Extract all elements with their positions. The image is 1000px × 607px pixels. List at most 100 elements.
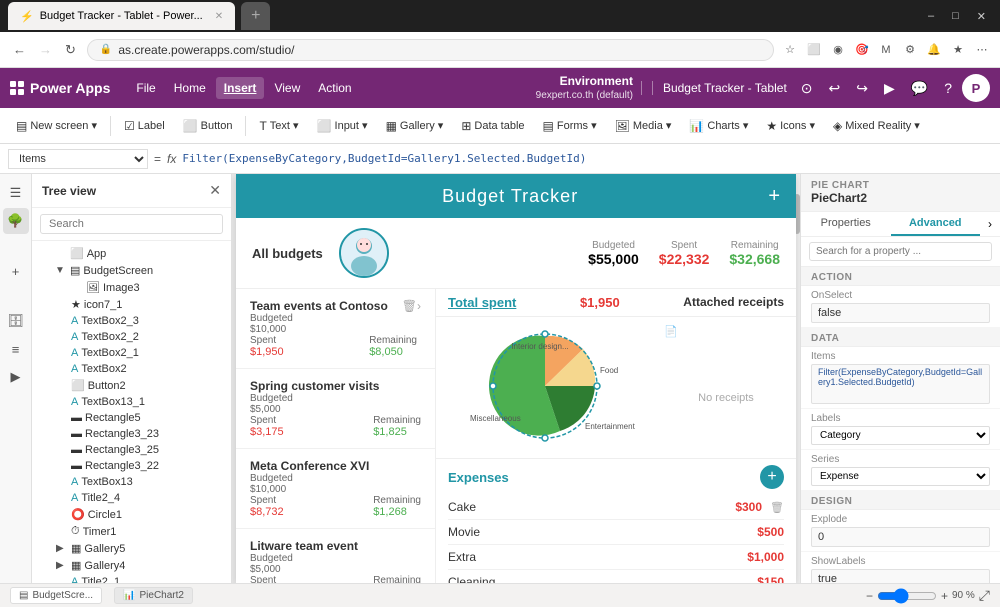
tree-item-textbox2-2[interactable]: A TextBox2_2 bbox=[32, 329, 231, 345]
tree-item-textbox2-3[interactable]: A TextBox2_3 bbox=[32, 313, 231, 329]
formula-selector[interactable]: Items bbox=[8, 149, 148, 169]
star-icon[interactable]: ☆ bbox=[780, 40, 800, 60]
tree-item-rect3-22[interactable]: ▬ Rectangle3_22 bbox=[32, 458, 231, 474]
budget-item-4[interactable]: Litware team event Budgeted $5,000 Spent… bbox=[236, 529, 435, 583]
selection-handle-left[interactable] bbox=[490, 383, 496, 389]
budget-item-3[interactable]: Meta Conference XVI Budgeted $10,000 Spe… bbox=[236, 449, 435, 529]
ext1-icon[interactable]: ⬜ bbox=[804, 40, 824, 60]
hamburger-icon[interactable]: ☰ bbox=[3, 180, 29, 206]
ext5-icon[interactable]: ⚙ bbox=[900, 40, 920, 60]
new-screen-btn[interactable]: ▤ New screen ▾ bbox=[8, 115, 105, 137]
zoom-slider[interactable] bbox=[877, 588, 937, 604]
text-btn[interactable]: T Text ▾ bbox=[251, 115, 306, 137]
sidebar-close-btn[interactable]: ✕ bbox=[209, 182, 221, 199]
share-btn[interactable]: ⊙ bbox=[795, 77, 819, 100]
forms-btn[interactable]: ▤ Forms ▾ bbox=[535, 115, 605, 137]
rp-explode-value[interactable]: 0 bbox=[811, 527, 990, 547]
tree-item-button2[interactable]: ⬜ Button2 bbox=[32, 377, 231, 394]
rp-series-select[interactable]: Expense bbox=[811, 467, 990, 486]
tree-item-image3[interactable]: 🖼 Image3 bbox=[32, 279, 231, 296]
button-btn[interactable]: ⬜ Button bbox=[175, 115, 241, 137]
tree-item-budgetscreen[interactable]: ▼ ▤ BudgetScreen bbox=[32, 262, 231, 279]
selection-handle-top[interactable] bbox=[542, 331, 548, 337]
refresh-btn[interactable]: ↻ bbox=[60, 39, 81, 61]
minimize-btn[interactable]: – bbox=[922, 8, 940, 25]
icons-btn[interactable]: ★ Icons ▾ bbox=[758, 115, 823, 137]
redo-btn[interactable]: ↪ bbox=[850, 77, 874, 100]
tree-item-textbox2[interactable]: A TextBox2 bbox=[32, 361, 231, 377]
url-box[interactable]: 🔒 as.create.powerapps.com/studio/ bbox=[87, 39, 774, 61]
status-tab-piechart[interactable]: 📊 PieChart2 bbox=[114, 587, 193, 604]
rp-tab-advanced[interactable]: Advanced bbox=[891, 212, 981, 236]
media-side-icon[interactable]: ▶ bbox=[3, 364, 29, 390]
ext3-icon[interactable]: 🎯 bbox=[852, 40, 872, 60]
database-icon[interactable]: 🗄 bbox=[3, 308, 29, 334]
maximize-btn[interactable]: □ bbox=[946, 8, 965, 25]
trash-icon[interactable]: 🗑 bbox=[770, 501, 784, 514]
user-avatar[interactable]: P bbox=[962, 74, 990, 102]
mixed-reality-btn[interactable]: ◈ Mixed Reality ▾ bbox=[825, 115, 928, 137]
comment-btn[interactable]: 💬 bbox=[905, 77, 934, 100]
media-btn[interactable]: 🖼 Media ▾ bbox=[607, 115, 680, 137]
rp-labels-select[interactable]: Category bbox=[811, 426, 990, 445]
rp-tab-properties[interactable]: Properties bbox=[801, 212, 891, 236]
tree-toggle-gallery4[interactable]: ▶ bbox=[56, 560, 68, 571]
more-icon[interactable]: ⋯ bbox=[972, 40, 992, 60]
search-input[interactable] bbox=[40, 214, 223, 234]
rp-search-input[interactable] bbox=[809, 242, 992, 261]
menu-insert[interactable]: Insert bbox=[216, 77, 265, 99]
menu-home[interactable]: Home bbox=[166, 77, 214, 99]
rp-showlabels-value[interactable]: true bbox=[811, 569, 990, 583]
ext6-icon[interactable]: 🔔 bbox=[924, 40, 944, 60]
selection-handle-right[interactable] bbox=[594, 383, 600, 389]
charts-btn[interactable]: 📊 Charts ▾ bbox=[681, 115, 756, 137]
tree-item-gallery4[interactable]: ▶ ▦ Gallery4 bbox=[32, 557, 231, 574]
add-expense-btn[interactable]: + bbox=[760, 465, 784, 489]
tab-close[interactable]: ✕ bbox=[215, 11, 223, 22]
total-spent-label[interactable]: Total spent bbox=[448, 295, 516, 310]
play-btn[interactable]: ▶ bbox=[878, 77, 901, 100]
tree-item-circle1[interactable]: ⭕ Circle1 bbox=[32, 506, 231, 523]
menu-action[interactable]: Action bbox=[310, 77, 359, 99]
label-btn[interactable]: ☑ Label bbox=[116, 115, 173, 137]
formula-text[interactable]: Filter(ExpenseByCategory,BudgetId=Galler… bbox=[182, 152, 586, 165]
tree-item-rect5[interactable]: ▬ Rectangle5 bbox=[32, 410, 231, 426]
help-btn[interactable]: ? bbox=[938, 77, 958, 99]
tree-item-timer1[interactable]: ⏱ Timer1 bbox=[32, 523, 231, 540]
tree-item-rect3-23[interactable]: ▬ Rectangle3_23 bbox=[32, 426, 231, 442]
forward-btn[interactable]: → bbox=[34, 39, 57, 61]
undo-btn[interactable]: ↩ bbox=[823, 77, 847, 100]
tree-item-rect3-25[interactable]: ▬ Rectangle3_25 bbox=[32, 442, 231, 458]
tree-item-textbox13[interactable]: A TextBox13 bbox=[32, 474, 231, 490]
variable-icon[interactable]: ≡ bbox=[3, 336, 29, 362]
selection-handle-bottom[interactable] bbox=[542, 435, 548, 441]
browser-tab-active[interactable]: ⚡ Budget Tracker - Tablet - Power... ✕ bbox=[8, 2, 235, 30]
tree-item-textbox13-1[interactable]: A TextBox13_1 bbox=[32, 394, 231, 410]
close-btn[interactable]: ✕ bbox=[971, 8, 992, 25]
rp-items-value[interactable]: Filter(ExpenseByCategory,BudgetId=Galler… bbox=[811, 364, 990, 404]
back-btn[interactable]: ← bbox=[8, 39, 31, 61]
browser-tab-new[interactable]: + bbox=[241, 2, 270, 30]
ext2-icon[interactable]: ◉ bbox=[828, 40, 848, 60]
data-table-btn[interactable]: ⊞ Data table bbox=[453, 115, 532, 137]
tree-item-icon7[interactable]: ★ icon7_1 bbox=[32, 296, 231, 313]
zoom-out-btn[interactable]: − bbox=[866, 589, 873, 603]
menu-file[interactable]: File bbox=[128, 77, 163, 99]
budget-item-2[interactable]: Spring customer visits Budgeted $5,000 S… bbox=[236, 369, 435, 449]
status-tab-budgetscreen[interactable]: ▤ BudgetScre... bbox=[10, 587, 102, 604]
gallery-btn[interactable]: ▦ Gallery ▾ bbox=[378, 115, 452, 137]
input-btn[interactable]: ⬜ Input ▾ bbox=[309, 115, 376, 137]
add-icon[interactable]: + bbox=[3, 258, 29, 284]
trash-icon[interactable]: 🗑 bbox=[402, 299, 417, 313]
menu-view[interactable]: View bbox=[266, 77, 308, 99]
tree-icon[interactable]: 🌳 bbox=[3, 208, 29, 234]
tree-item-title2-4[interactable]: A Title2_4 bbox=[32, 490, 231, 506]
tree-item-title2-1[interactable]: A Title2_1 bbox=[32, 574, 231, 583]
rp-panel-expand[interactable]: › bbox=[980, 212, 1000, 236]
tree-item-app[interactable]: ⬜ App bbox=[32, 245, 231, 262]
zoom-in-btn[interactable]: + bbox=[941, 589, 948, 603]
ext7-icon[interactable]: ★ bbox=[948, 40, 968, 60]
tree-toggle-gallery5[interactable]: ▶ bbox=[56, 543, 68, 554]
rp-onselect-value[interactable]: false bbox=[811, 303, 990, 323]
bt-plus-btn[interactable]: + bbox=[768, 185, 780, 208]
